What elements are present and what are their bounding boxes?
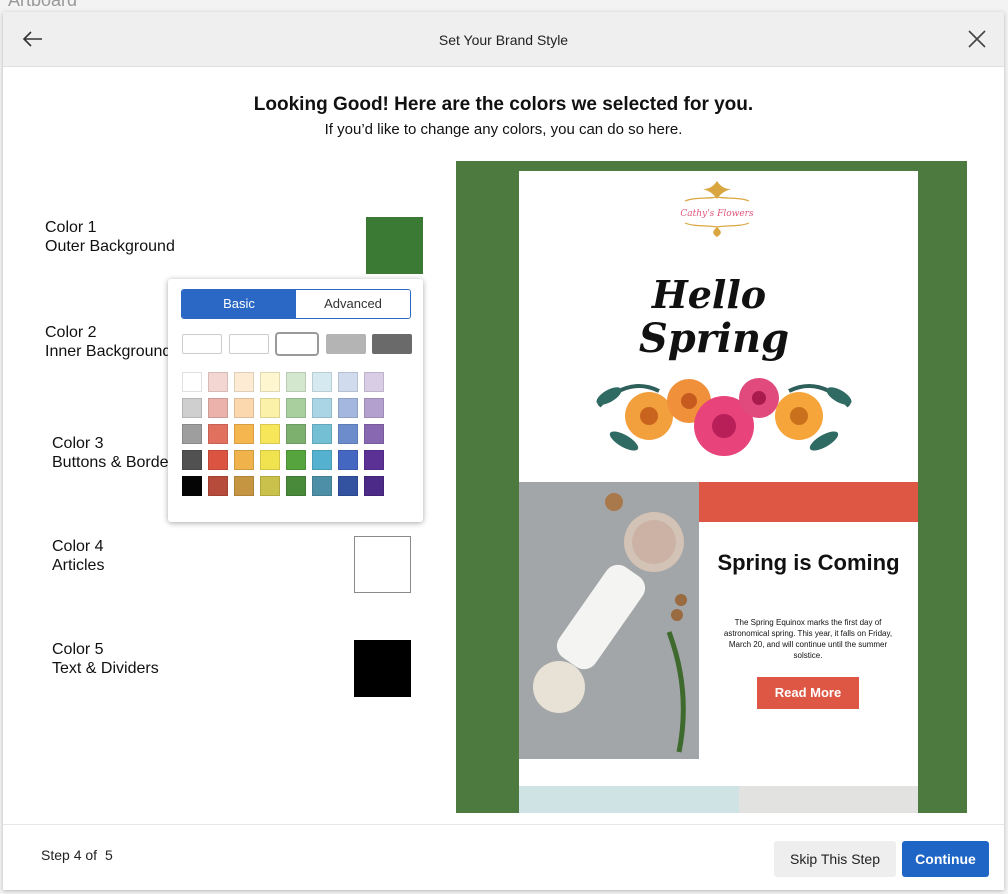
color-3-name: Color 3: [52, 435, 104, 452]
color-grid-cell[interactable]: [364, 450, 384, 470]
step-indicator: Step 4 of 5: [41, 847, 113, 863]
color-grid-cell[interactable]: [338, 398, 358, 418]
color-grid-cell[interactable]: [182, 424, 202, 444]
brand-style-modal: Set Your Brand Style Looking Good! Here …: [3, 12, 1004, 890]
color-grid-cell[interactable]: [312, 424, 332, 444]
spring-text: Spring: [639, 315, 789, 362]
color-grid-cell[interactable]: [260, 476, 280, 496]
modal-footer: Step 4 of 5 Skip This Step Continue: [3, 824, 1004, 890]
color-grid-cell[interactable]: [182, 372, 202, 392]
color-grid-cell[interactable]: [182, 450, 202, 470]
color-grid-cell[interactable]: [234, 424, 254, 444]
preset-swatch[interactable]: [182, 334, 222, 354]
preset-swatch[interactable]: [372, 334, 412, 354]
color-2-name: Color 2: [45, 324, 97, 341]
article-title: Spring is Coming: [717, 550, 900, 575]
color-4-label: Color 4 Articles: [52, 537, 104, 575]
color-grid-cell[interactable]: [208, 398, 228, 418]
color-grid-cell[interactable]: [234, 372, 254, 392]
email-inner: Cathy's Flowers Hello Spring Spring is C…: [519, 171, 918, 813]
preset-swatch[interactable]: [325, 334, 366, 354]
step-total: 5: [104, 847, 113, 863]
color-grid-cell[interactable]: [260, 424, 280, 444]
color-5-role: Text & Dividers: [52, 660, 159, 677]
artboard-label: Artboard: [8, 0, 78, 10]
color-grid-cell[interactable]: [364, 476, 384, 496]
color-grid-cell[interactable]: [260, 398, 280, 418]
color-grid-cell[interactable]: [286, 398, 306, 418]
color-3-role: Buttons & Borders: [52, 454, 182, 471]
email-preview: Cathy's Flowers Hello Spring Spring is C…: [456, 161, 967, 813]
preset-swatches: [182, 332, 412, 356]
preset-swatch[interactable]: [228, 334, 269, 354]
subline: If you’d like to change any colors, you …: [324, 121, 683, 138]
read-more-button[interactable]: Read More: [757, 677, 859, 709]
next-section-image: [519, 786, 739, 813]
color-grid-cell[interactable]: [234, 450, 254, 470]
article-body: The Spring Equinox marks the first day o…: [723, 618, 893, 660]
color-grid-cell[interactable]: [338, 476, 358, 496]
color-grid: [182, 372, 384, 496]
color-1-role: Outer Background: [45, 238, 175, 255]
color-5-swatch[interactable]: [354, 640, 411, 697]
color-grid-cell[interactable]: [338, 424, 358, 444]
hello-spring-illustration: Hello Spring: [596, 272, 852, 456]
modal-header: Set Your Brand Style: [3, 12, 1004, 67]
color-grid-cell[interactable]: [208, 424, 228, 444]
color-grid-cell[interactable]: [364, 424, 384, 444]
color-grid-cell[interactable]: [234, 476, 254, 496]
skip-step-button[interactable]: Skip This Step: [774, 841, 896, 877]
next-section-image: [739, 786, 918, 813]
color-grid-cell[interactable]: [234, 398, 254, 418]
color-picker-popup: Basic Advanced: [168, 279, 423, 522]
color-grid-cell[interactable]: [312, 476, 332, 496]
close-icon[interactable]: [966, 28, 988, 50]
headline: Looking Good! Here are the colors we sel…: [253, 94, 754, 115]
color-grid-cell[interactable]: [286, 476, 306, 496]
step-label: Step 4 of: [41, 847, 98, 863]
color-grid-cell[interactable]: [208, 476, 228, 496]
color-grid-cell[interactable]: [182, 398, 202, 418]
color-grid-cell[interactable]: [312, 372, 332, 392]
tab-advanced[interactable]: Advanced: [296, 290, 410, 318]
color-grid-cell[interactable]: [338, 450, 358, 470]
color-grid-cell[interactable]: [338, 372, 358, 392]
color-4-swatch[interactable]: [354, 536, 411, 593]
logo-text: Cathy's Flowers: [680, 209, 754, 219]
color-grid-cell[interactable]: [182, 476, 202, 496]
color-4-name: Color 4: [52, 538, 104, 555]
color-grid-cell[interactable]: [286, 372, 306, 392]
color-1-label: Color 1 Outer Background: [45, 218, 175, 256]
tab-basic[interactable]: Basic: [182, 290, 296, 318]
color-grid-cell[interactable]: [208, 372, 228, 392]
color-grid-cell[interactable]: [312, 398, 332, 418]
color-grid-cell[interactable]: [260, 450, 280, 470]
color-grid-cell[interactable]: [286, 450, 306, 470]
color-grid-cell[interactable]: [364, 398, 384, 418]
color-grid-cell[interactable]: [312, 450, 332, 470]
color-grid-cell[interactable]: [286, 424, 306, 444]
color-5-label: Color 5 Text & Dividers: [52, 640, 159, 678]
continue-button[interactable]: Continue: [902, 841, 989, 877]
preset-swatch-selected[interactable]: [275, 332, 319, 356]
modal-title: Set Your Brand Style: [438, 32, 569, 48]
cathys-flowers-logo: Cathy's Flowers: [680, 181, 754, 237]
color-1-swatch[interactable]: [366, 217, 423, 274]
color-4-role: Articles: [52, 557, 105, 574]
article-photo: [519, 482, 699, 759]
color-grid-cell[interactable]: [260, 372, 280, 392]
color-3-label: Color 3 Buttons & Borders: [52, 434, 182, 472]
color-grid-cell[interactable]: [364, 372, 384, 392]
article-header-bar: [699, 482, 918, 522]
color-grid-cell[interactable]: [208, 450, 228, 470]
color-2-label: Color 2 Inner Background: [45, 323, 171, 361]
picker-tabs: Basic Advanced: [181, 289, 411, 319]
color-1-name: Color 1: [45, 219, 97, 236]
color-2-role: Inner Background: [45, 343, 172, 360]
hello-text: Hello: [651, 272, 766, 317]
color-5-name: Color 5: [52, 641, 104, 658]
